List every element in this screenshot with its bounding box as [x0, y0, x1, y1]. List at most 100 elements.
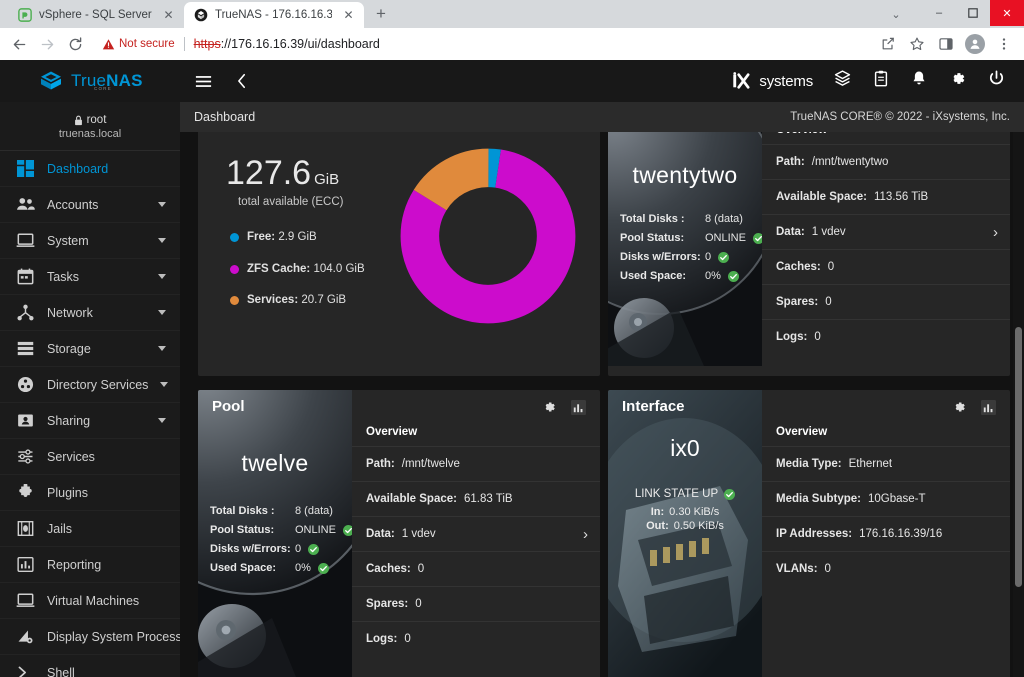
pool-widget-twelve: Pool	[198, 390, 600, 677]
sidebar-item-system[interactable]: System	[0, 223, 180, 259]
overview-row-logs: Logs:0	[762, 319, 1010, 354]
pool-widget-twentytwo: twentytwo Total Disks :8 (data) Pool Sta…	[608, 132, 1010, 376]
kebab-menu-icon[interactable]	[990, 31, 1018, 57]
sidebar-item-virtual-machines[interactable]: Virtual Machines	[0, 583, 180, 619]
overview-row-available-space: Available Space:61.83 TiB	[352, 481, 600, 516]
gear-icon[interactable]	[541, 399, 557, 415]
sidebar-item-accounts[interactable]: Accounts	[0, 187, 180, 223]
profile-icon[interactable]	[961, 31, 989, 57]
shell-icon	[15, 663, 35, 677]
pool-stat-row: Used Space:0%	[620, 270, 762, 282]
sidebar-item-label: Tasks	[47, 270, 146, 284]
overview-row-media-type: Media Type:Ethernet	[762, 446, 1010, 481]
legend-label: Services:	[247, 294, 298, 306]
power-icon[interactable]	[987, 69, 1006, 93]
chart-icon[interactable]	[981, 399, 996, 415]
chevron-down-icon	[158, 310, 166, 315]
tab-close-icon[interactable]: ✕	[161, 8, 176, 23]
window-minimize-button[interactable]: –	[922, 0, 956, 26]
sidebar-item-reporting[interactable]: Reporting	[0, 547, 180, 583]
tab-title: TrueNAS - 176.16.16.39	[215, 9, 332, 21]
security-label: Not secure	[119, 38, 175, 50]
truecommand-icon[interactable]	[833, 69, 852, 93]
overview-row-data[interactable]: Data:1 vdev›	[352, 516, 600, 551]
scrollbar-thumb[interactable]	[1015, 327, 1022, 587]
chevron-down-icon	[158, 238, 166, 243]
forward-button[interactable]	[34, 31, 60, 57]
interface-name: ix0	[608, 435, 762, 462]
interface-visual: ix0 LINK STATE UP In:0.30 KiB/s Out:0.50…	[608, 390, 762, 677]
sidebar-item-network[interactable]: Network	[0, 295, 180, 331]
security-status[interactable]: Not secure	[102, 38, 175, 51]
browser-tab-truenas[interactable]: TrueNAS - 176.16.16.39 ✕	[184, 2, 364, 28]
browser-window: vSphere - SQL Server VM 1 - Sum ✕ TrueNA…	[0, 0, 1024, 677]
throughput-in: In:0.30 KiB/s	[608, 506, 762, 518]
share-icon[interactable]	[874, 31, 902, 57]
stat-key: Pool Status:	[620, 232, 705, 244]
overview-row-ip-addresses: IP Addresses:176.16.16.39/16	[762, 516, 1010, 551]
truenas-logo[interactable]: TrueNASCORE	[0, 70, 180, 92]
sidebar-item-sharing[interactable]: Sharing	[0, 403, 180, 439]
back-button[interactable]	[6, 31, 32, 57]
legend-value: 104.0 GiB	[313, 263, 364, 275]
tab-search-chevron-icon[interactable]: ⌄	[886, 4, 906, 24]
window-close-button[interactable]: ✕	[990, 0, 1024, 26]
overview-row-data[interactable]: Data:1 vdev›	[762, 214, 1010, 249]
sidebar-item-services[interactable]: Services	[0, 439, 180, 475]
breadcrumb-bar: Dashboard TrueNAS CORE® © 2022 - iXsyste…	[180, 102, 1024, 132]
legend-dot-free	[230, 233, 239, 242]
sidebar-item-label: Network	[47, 306, 146, 320]
alerts-bell-icon[interactable]	[910, 69, 928, 93]
reload-button[interactable]	[62, 31, 88, 57]
sidebar-item-storage[interactable]: Storage	[0, 331, 180, 367]
tab-close-icon[interactable]: ✕	[341, 8, 356, 23]
overview-label: Overview	[762, 412, 1010, 446]
chevron-right-icon[interactable]: ›	[993, 224, 998, 241]
row-key: Logs:	[366, 633, 397, 645]
stat-key: Used Space:	[210, 562, 295, 574]
row-key: Available Space:	[776, 191, 867, 203]
overview-label: Overview	[352, 412, 600, 446]
storage-icon	[15, 339, 35, 359]
sidebar-item-tasks[interactable]: Tasks	[0, 259, 180, 295]
status-check-icon	[753, 233, 762, 244]
hamburger-menu-icon[interactable]	[194, 72, 213, 91]
chevron-right-icon[interactable]: ›	[583, 526, 588, 543]
address-bar[interactable]: Not secure https://176.16.16.39/ui/dashb…	[94, 32, 868, 56]
jobs-clipboard-icon[interactable]	[872, 69, 890, 93]
sidebar-item-directory-services[interactable]: Directory Services	[0, 367, 180, 403]
sidebar-item-plugins[interactable]: Plugins	[0, 475, 180, 511]
side-panel-icon[interactable]	[932, 31, 960, 57]
sidebar-user-row: root	[0, 114, 180, 126]
status-check-icon	[343, 525, 352, 536]
stat-key: Used Space:	[620, 270, 705, 282]
accounts-icon	[15, 195, 35, 215]
gear-icon[interactable]	[951, 399, 967, 415]
stat-value: 0%	[295, 562, 311, 574]
overview-row-caches: Caches:0	[762, 249, 1010, 284]
status-check-icon	[728, 271, 739, 282]
sidebar-item-display-system-processes[interactable]: Display System Processes	[0, 619, 180, 655]
row-value: 1 vdev	[812, 226, 846, 238]
settings-gear-icon[interactable]	[948, 69, 967, 93]
window-maximize-button[interactable]	[956, 0, 990, 26]
row-value: 0	[825, 296, 831, 308]
warning-triangle-icon	[102, 38, 115, 51]
stat-key: Total Disks :	[620, 213, 705, 225]
sidebar-item-jails[interactable]: Jails	[0, 511, 180, 547]
legend-dot-zfs-cache	[230, 265, 239, 274]
pool-stat-row: Disks w/Errors:0	[210, 543, 352, 555]
sidebar-item-shell[interactable]: Shell	[0, 655, 180, 677]
overview-row-caches: Caches:0	[352, 551, 600, 586]
row-value: 0	[415, 598, 421, 610]
chevron-left-icon[interactable]	[235, 73, 249, 89]
new-tab-button[interactable]: +	[368, 1, 394, 27]
sidebar-item-label: Storage	[47, 342, 146, 356]
browser-tab-vsphere[interactable]: vSphere - SQL Server VM 1 - Sum ✕	[8, 2, 184, 28]
in-label: In:	[651, 506, 664, 518]
content-scrollbar[interactable]	[1013, 132, 1024, 677]
sidebar-item-dashboard[interactable]: Dashboard	[0, 151, 180, 187]
chart-icon[interactable]	[571, 399, 586, 415]
star-icon[interactable]	[903, 31, 931, 57]
row-value: 10Gbase-T	[868, 493, 926, 505]
